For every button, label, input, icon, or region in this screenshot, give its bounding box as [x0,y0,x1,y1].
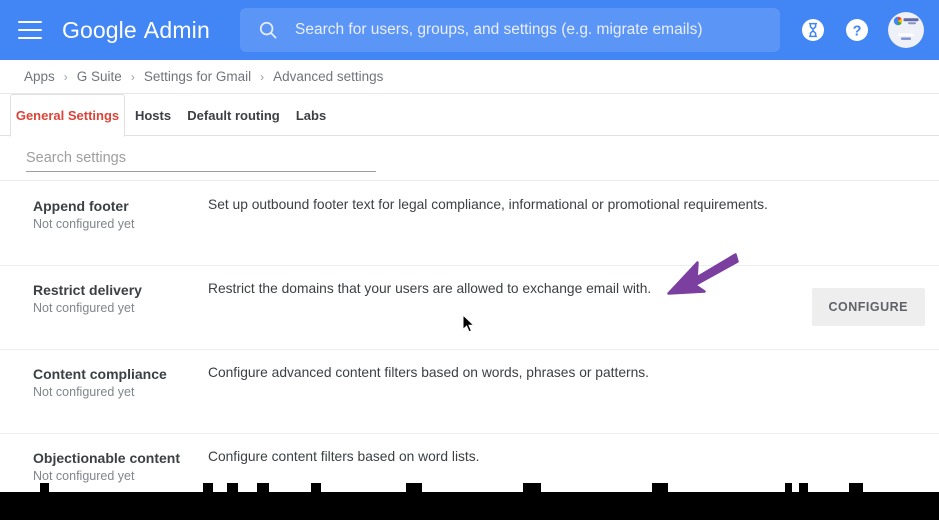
tab-default-routing[interactable]: Default routing [181,94,286,137]
hamburger-menu-icon[interactable] [18,21,42,39]
dock-tick [257,483,269,492]
dock-tick [227,483,238,492]
settings-search-input[interactable]: Search settings [26,144,376,172]
dock-tick [406,483,422,492]
setting-description: Restrict the domains that your users are… [208,281,652,296]
dock-tick [523,483,541,492]
setting-description: Configure content filters based on word … [208,449,480,464]
breadcrumb-item-g-suite[interactable]: G Suite [77,69,122,84]
tab-hosts[interactable]: Hosts [129,94,177,137]
top-app-bar: Google Admin Search for users, groups, a… [0,0,939,60]
setting-description: Configure advanced content filters based… [208,365,649,380]
brand-logo[interactable]: Google Admin [62,17,210,44]
setting-title: Content compliance [33,366,167,382]
setting-row-append-footer[interactable]: Append footer Not configured yet Set up … [0,182,939,266]
help-question-icon[interactable]: ? [845,18,869,42]
hourglass-icon[interactable] [801,18,825,42]
setting-status: Not configured yet [33,217,135,231]
dock-tick [785,483,792,492]
tab-bar: General Settings Hosts Default routing L… [0,94,939,137]
breadcrumb-item-settings-for-gmail[interactable]: Settings for Gmail [144,69,251,84]
setting-row-restrict-delivery[interactable]: Restrict delivery Not configured yet Res… [0,266,939,350]
svg-text:?: ? [853,23,862,39]
setting-row-content-compliance[interactable]: Content compliance Not configured yet Co… [0,350,939,434]
setting-status: Not configured yet [33,385,135,399]
breadcrumb-item-apps[interactable]: Apps [24,69,55,84]
global-search-placeholder: Search for users, groups, and settings (… [295,21,703,38]
tab-default-routing-label: Default routing [187,108,280,123]
setting-status: Not configured yet [33,301,135,315]
setting-description: Set up outbound footer text for legal co… [208,197,768,212]
dock-tick [311,483,321,492]
admin-console-window: Google Admin Search for users, groups, a… [0,0,939,520]
user-avatar[interactable] [888,12,924,48]
global-search-input[interactable]: Search for users, groups, and settings (… [240,8,780,52]
dock-tick [203,483,213,492]
setting-status: Not configured yet [33,469,135,483]
tab-general-settings[interactable]: General Settings [10,94,125,137]
setting-title: Restrict delivery [33,282,142,298]
settings-search-placeholder: Search settings [26,149,126,166]
tab-labs-label: Labs [295,108,327,123]
breadcrumb-separator: › [260,69,265,84]
breadcrumb-item-advanced-settings: Advanced settings [273,69,384,84]
tab-hosts-label: Hosts [134,108,172,123]
setting-title: Append footer [33,198,129,214]
dock-tick [40,483,49,492]
tab-labs[interactable]: Labs [290,94,332,137]
setting-title: Objectionable content [33,450,181,466]
dock-tick [652,483,668,492]
tab-general-settings-label: General Settings [15,108,120,123]
bottom-dock-bar[interactable] [0,492,939,520]
dock-tick [849,483,863,492]
avatar-badge-icon [888,12,924,48]
dock-tick [799,483,808,492]
search-icon [259,21,277,39]
brand-admin-text: Admin [143,16,210,43]
breadcrumb: Apps › G Suite › Settings for Gmail › Ad… [0,60,939,94]
breadcrumb-separator: › [63,69,68,84]
breadcrumb-separator: › [130,69,135,84]
settings-search-container: Search settings [0,137,939,181]
configure-button[interactable]: CONFIGURE [811,288,925,326]
brand-google-text: Google [62,16,137,43]
